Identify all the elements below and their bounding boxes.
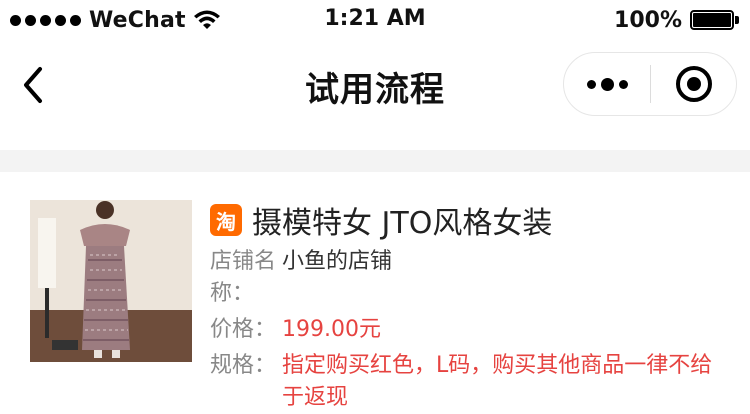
shop-name-row: 店铺名称： 小鱼的店铺 [210, 246, 730, 310]
product-title-row: 淘 摄模特女 JTO风格女装 [210, 198, 730, 242]
spec-value: 指定购买红色，L码，购买其他商品一律不给于返现 [282, 353, 713, 410]
more-dots-icon [586, 77, 628, 91]
product-info: 淘 摄模特女 JTO风格女装 店铺名称： 小鱼的店铺 价格： 199.00元 规… [210, 200, 730, 414]
price-label: 价格： [210, 317, 277, 342]
battery-percentage: 100% [614, 7, 682, 33]
product-image[interactable] [30, 200, 192, 362]
product-title[interactable]: 摄模特女 JTO风格女装 [252, 198, 552, 242]
navigation-bar: 试用流程 [0, 40, 750, 130]
shop-name-label: 店铺名称： [210, 249, 277, 306]
price-value: 199.00元 [282, 317, 381, 342]
battery-icon [690, 9, 740, 31]
spec-label: 规格： [210, 353, 277, 378]
close-target-icon [675, 66, 712, 102]
taobao-badge-icon: 淘 [210, 204, 242, 236]
price-row: 价格： 199.00元 [210, 314, 730, 346]
spec-row: 规格： 指定购买红色，L码，购买其他商品一律不给于返现 [210, 350, 730, 414]
shop-name-value: 小鱼的店铺 [282, 249, 393, 274]
status-bar: WeChat 1:21 AM 100% [0, 0, 750, 40]
more-button[interactable] [564, 53, 650, 115]
product-photo [30, 200, 192, 362]
mini-program-capsule [563, 52, 737, 116]
close-button[interactable] [651, 53, 736, 115]
section-divider [0, 150, 750, 172]
status-right: 100% [614, 6, 740, 34]
